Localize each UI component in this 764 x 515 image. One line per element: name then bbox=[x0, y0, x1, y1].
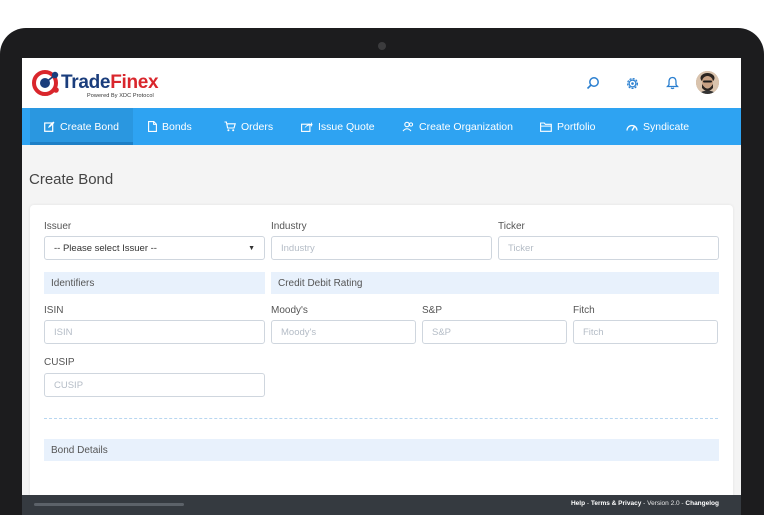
nav-create-bond[interactable]: Create Bond bbox=[30, 108, 133, 145]
nav-label: Create Bond bbox=[60, 120, 119, 133]
ticker-input[interactable]: Ticker bbox=[498, 236, 719, 260]
bond-details-section-header: Bond Details bbox=[44, 439, 719, 461]
credit-debit-rating-section-header: Credit Debit Rating bbox=[271, 272, 719, 294]
main-nav: Create Bond Bonds Orders Issue Quote Cre… bbox=[22, 108, 741, 145]
nav-syndicate[interactable]: Syndicate bbox=[626, 108, 689, 145]
logo-mark-icon bbox=[32, 70, 59, 96]
ticker-placeholder: Ticker bbox=[508, 242, 534, 254]
moodys-label: Moody's bbox=[271, 305, 308, 316]
edit-icon bbox=[44, 121, 55, 132]
document-icon bbox=[148, 121, 157, 132]
cart-icon bbox=[224, 121, 236, 132]
dashboard-icon bbox=[626, 124, 638, 131]
isin-input[interactable]: ISIN bbox=[44, 320, 265, 344]
search-icon[interactable] bbox=[583, 73, 603, 93]
share-icon bbox=[301, 122, 313, 132]
industry-placeholder: Industry bbox=[281, 242, 315, 254]
sp-label: S&P bbox=[422, 305, 443, 316]
folder-icon bbox=[540, 121, 552, 132]
cusip-placeholder: CUSIP bbox=[54, 379, 84, 391]
webcam bbox=[378, 42, 386, 50]
nav-label: Issue Quote bbox=[318, 120, 375, 133]
cusip-input[interactable]: CUSIP bbox=[44, 373, 265, 397]
footer-links: Help - Terms & Privacy - Version 2.0 - C… bbox=[571, 500, 719, 507]
nav-label: Orders bbox=[241, 120, 274, 133]
moodys-input[interactable]: Moody's bbox=[271, 320, 416, 344]
create-bond-form: Issuer -- Please select Issuer -- ▼ Indu… bbox=[30, 205, 733, 515]
identifiers-section-header: Identifiers bbox=[44, 272, 265, 294]
chevron-down-icon: ▼ bbox=[248, 244, 255, 252]
brand-name: TradeFinex bbox=[61, 72, 159, 94]
help-link[interactable]: Help bbox=[571, 500, 585, 507]
fitch-input[interactable]: Fitch bbox=[573, 320, 718, 344]
page-title: Create Bond bbox=[29, 171, 114, 188]
nav-orders[interactable]: Orders bbox=[224, 108, 273, 145]
sp-input[interactable]: S&P bbox=[422, 320, 567, 344]
cusip-label: CUSIP bbox=[44, 357, 75, 368]
footer-copyright-blurred bbox=[34, 503, 184, 506]
issuer-select[interactable]: -- Please select Issuer -- ▼ bbox=[44, 236, 265, 260]
nav-bonds[interactable]: Bonds bbox=[148, 108, 192, 145]
ticker-label: Ticker bbox=[498, 221, 525, 232]
nav-label: Bonds bbox=[162, 120, 192, 133]
nav-create-organization[interactable]: Create Organization bbox=[402, 108, 513, 145]
terms-privacy-link[interactable]: Terms & Privacy bbox=[591, 500, 641, 507]
moodys-placeholder: Moody's bbox=[281, 326, 317, 338]
isin-placeholder: ISIN bbox=[54, 326, 73, 338]
users-icon bbox=[402, 121, 414, 132]
industry-input[interactable]: Industry bbox=[271, 236, 492, 260]
footer: Help - Terms & Privacy - Version 2.0 - C… bbox=[22, 495, 741, 515]
version-text: Version 2.0 bbox=[647, 500, 680, 507]
gear-icon[interactable] bbox=[622, 73, 642, 93]
nav-portfolio[interactable]: Portfolio bbox=[540, 108, 596, 145]
isin-label: ISIN bbox=[44, 305, 64, 316]
bell-icon[interactable] bbox=[662, 73, 682, 93]
issuer-select-value: -- Please select Issuer -- bbox=[54, 242, 157, 254]
nav-label: Create Organization bbox=[419, 120, 513, 133]
issuer-label: Issuer bbox=[44, 221, 72, 232]
brand-part-trade: Trade bbox=[61, 72, 111, 93]
nav-label: Portfolio bbox=[557, 120, 596, 133]
brand-tagline: Powered By XDC Protocol bbox=[87, 93, 154, 99]
top-header: TradeFinex Powered By XDC Protocol bbox=[22, 58, 741, 108]
brand-part-finex: Finex bbox=[110, 72, 159, 93]
nav-issue-quote[interactable]: Issue Quote bbox=[301, 108, 375, 145]
app-screen: TradeFinex Powered By XDC Protocol Creat… bbox=[22, 58, 741, 515]
fitch-placeholder: Fitch bbox=[583, 326, 604, 338]
nav-label: Syndicate bbox=[643, 120, 690, 133]
sp-placeholder: S&P bbox=[432, 326, 452, 338]
changelog-link[interactable]: Changelog bbox=[685, 500, 719, 507]
section-divider bbox=[44, 418, 718, 419]
industry-label: Industry bbox=[271, 221, 307, 232]
fitch-label: Fitch bbox=[573, 305, 595, 316]
avatar[interactable] bbox=[696, 71, 719, 94]
